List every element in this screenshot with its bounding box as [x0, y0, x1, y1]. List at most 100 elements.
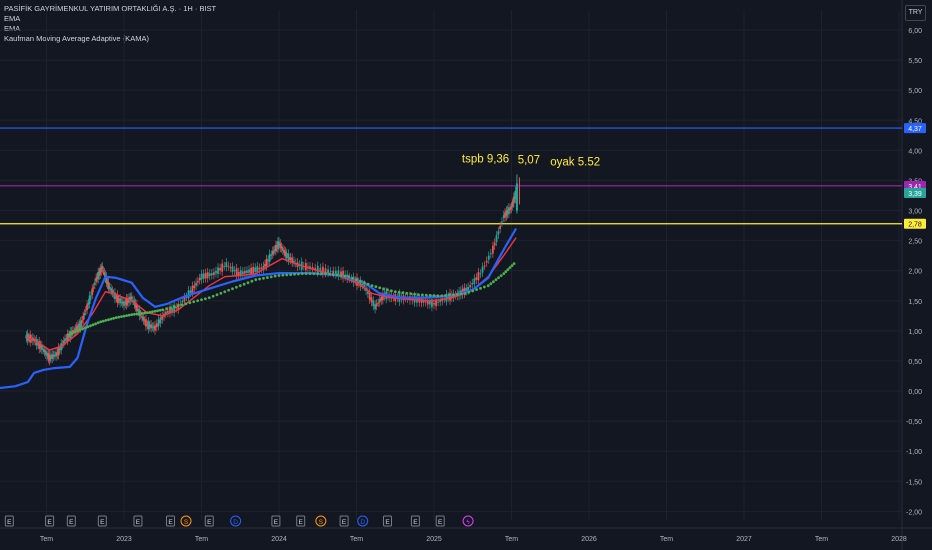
candle-body	[159, 317, 162, 324]
kama-dot	[91, 323, 95, 327]
kama-dot	[176, 304, 180, 308]
candle-body	[475, 277, 478, 281]
candle-body	[88, 295, 91, 304]
kama-dot	[200, 298, 203, 302]
kama-dot	[265, 276, 269, 279]
kama-dot	[327, 272, 331, 276]
kama-dot	[104, 319, 108, 322]
candle-body	[93, 282, 96, 285]
kama-dot	[312, 272, 316, 276]
kama-dot	[424, 293, 428, 297]
candle-body	[111, 290, 114, 293]
kama-dot	[96, 321, 100, 325]
candle-body	[380, 296, 383, 301]
candle-body	[428, 301, 431, 305]
kama-dot	[143, 311, 147, 315]
candle-body	[289, 257, 292, 261]
candle-body	[241, 271, 244, 274]
y-tick-label: 0,00	[908, 389, 922, 396]
kama-dot	[169, 306, 172, 310]
event-marker-label: E	[168, 519, 173, 526]
kama-dot	[196, 299, 200, 303]
candle-body	[246, 270, 248, 273]
event-marker-label: E	[136, 519, 141, 526]
candle-body	[260, 267, 263, 269]
kama-dot	[277, 274, 281, 277]
kama-dot	[463, 292, 467, 295]
candle-body	[481, 266, 484, 273]
kama-dot	[343, 274, 347, 278]
event-marker-label: D	[233, 519, 238, 526]
candle-body	[485, 260, 488, 263]
kama-dot	[215, 293, 219, 297]
kama-dot	[138, 312, 141, 316]
kama-dot	[122, 314, 126, 318]
kama-dot	[172, 305, 176, 309]
kama-dot	[250, 279, 254, 283]
candle-body	[233, 270, 236, 272]
kama-dot	[83, 326, 87, 330]
y-tick-label: 5,50	[908, 58, 922, 65]
candle-body	[142, 317, 145, 321]
candle-body	[189, 290, 192, 293]
kama-dot	[165, 307, 169, 311]
candle-body	[154, 325, 156, 331]
candle-body	[501, 221, 503, 223]
kama-dot	[304, 272, 308, 276]
kama-dot	[293, 272, 296, 276]
kama-dot	[479, 286, 482, 290]
event-marker-label: E	[207, 519, 212, 526]
y-tick-label: 2,00	[908, 269, 922, 276]
candle-body	[268, 253, 271, 262]
kama-dot	[242, 282, 246, 286]
kama-dot	[374, 285, 378, 289]
kama-dot	[506, 268, 510, 272]
kama-dot	[89, 324, 92, 328]
candle-body	[378, 299, 381, 303]
kama-dot	[502, 272, 506, 276]
candle-body	[42, 348, 45, 351]
event-marker-label: E	[438, 519, 443, 526]
kama-dot	[324, 272, 327, 276]
candle-body	[161, 315, 164, 320]
kama-dot	[440, 294, 444, 298]
ema-blue-line	[0, 227, 518, 390]
kama-dot	[192, 300, 196, 304]
kama-dot	[489, 282, 493, 286]
event-marker-label: S	[184, 519, 189, 526]
kama-dot	[448, 293, 451, 297]
kama-dot	[300, 272, 304, 276]
kama-dot	[494, 278, 498, 282]
kama-dot	[351, 276, 355, 280]
kama-dot	[508, 266, 512, 270]
candle-body	[206, 272, 209, 279]
kama-dot	[428, 293, 432, 297]
x-tick-label: Tem	[505, 536, 518, 543]
candle-body	[130, 296, 133, 299]
x-tick-label: 2024	[271, 536, 287, 543]
candle-body	[270, 254, 273, 256]
kama-dot	[203, 297, 207, 301]
kama-dot	[504, 270, 508, 274]
kama-dot	[145, 311, 149, 315]
kama-dot	[188, 301, 192, 305]
y-tick-label: 6,00	[908, 28, 922, 35]
x-tick-label: 2026	[581, 536, 597, 543]
candle-body	[375, 303, 378, 307]
candle-body	[477, 272, 480, 281]
candle-body	[267, 259, 270, 261]
x-tick-label: Tem	[660, 536, 673, 543]
candle-body	[329, 271, 332, 273]
kama-dot	[401, 291, 405, 295]
price-chart[interactable]: 6,005,505,004,504,003,503,002,502,001,50…	[0, 0, 932, 550]
x-tick-label: Tem	[195, 536, 208, 543]
kama-dot	[486, 284, 490, 288]
candle-body	[217, 267, 219, 274]
price-tag-label: 2,78	[908, 222, 922, 229]
candle-body	[256, 266, 259, 273]
y-tick-label: 1,50	[908, 299, 922, 306]
kama-dot	[81, 327, 85, 331]
kama-dot	[231, 287, 234, 291]
kama-dot	[73, 330, 77, 334]
candle-body	[208, 273, 211, 276]
